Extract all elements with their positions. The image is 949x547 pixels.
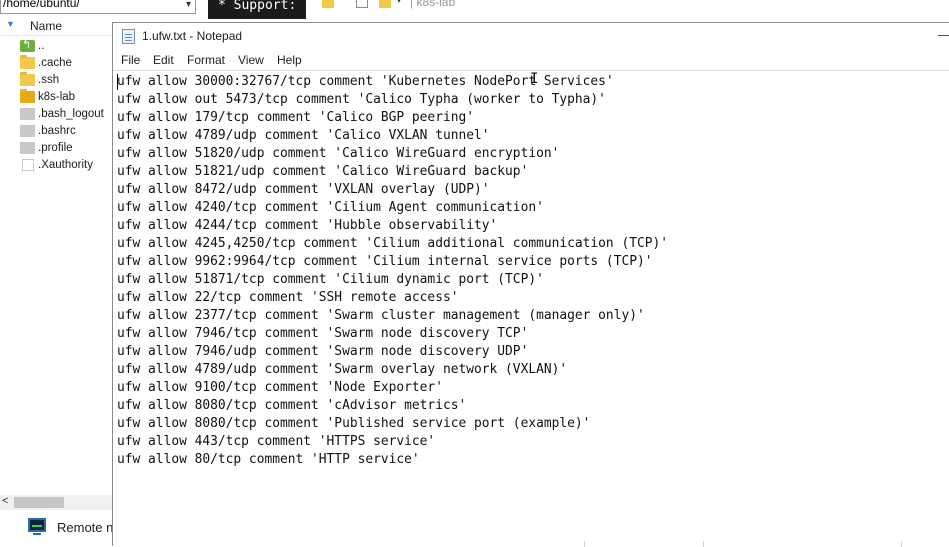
text-line: ufw allow 4789/udp comment 'Swarm overla… xyxy=(117,362,568,377)
monitor-icon xyxy=(28,518,46,535)
list-item[interactable]: .ssh xyxy=(0,72,113,89)
menu-edit[interactable]: Edit xyxy=(151,53,176,67)
text-editor[interactable]: I ufw allow 30000:32767/tcp comment 'Kub… xyxy=(113,70,949,547)
text-line: ufw allow 51821/udp comment 'Calico Wire… xyxy=(117,164,529,179)
list-item[interactable]: .Xauthority xyxy=(0,157,113,174)
parent-folder-icon xyxy=(20,37,35,54)
list-item-name: .bash_logout xyxy=(38,108,104,120)
status-divider xyxy=(584,541,585,547)
blank-file-icon xyxy=(22,159,34,171)
folder-icon[interactable] xyxy=(322,0,334,8)
list-item-name: .bashrc xyxy=(38,125,76,137)
text-line: ufw allow 8080/tcp comment 'Published se… xyxy=(117,416,591,431)
menu-format[interactable]: Format xyxy=(185,53,227,67)
text-line: ufw allow 51820/udp comment 'Calico Wire… xyxy=(117,146,560,161)
text-line: ufw allow 4789/udp comment 'Calico VXLAN… xyxy=(117,128,490,143)
status-divider xyxy=(901,541,902,547)
text-line: ufw allow 7946/tcp comment 'Swarm node d… xyxy=(117,326,529,341)
file-list: .. .cache .ssh k8s-lab .bash_logout .bas… xyxy=(0,37,113,174)
status-divider xyxy=(703,541,704,547)
text-line: ufw allow 2377/tcp comment 'Swarm cluste… xyxy=(117,308,645,323)
list-item-name: k8s-lab xyxy=(38,91,76,103)
text-line: ufw allow 30000:32767/tcp comment 'Kuber… xyxy=(117,74,614,89)
text-line: ufw allow 7946/udp comment 'Swarm node d… xyxy=(117,344,529,359)
folder-icon xyxy=(20,89,35,103)
scrollbar-thumb[interactable] xyxy=(14,497,64,508)
folder-icon xyxy=(20,72,35,86)
remote-panel[interactable]: Remote n xyxy=(0,511,113,546)
remote-label: Remote n xyxy=(57,520,114,535)
file-list-header[interactable]: ▼ Name xyxy=(0,17,113,36)
text-line: ufw allow 8080/tcp comment 'cAdvisor met… xyxy=(117,398,467,413)
text-line: ufw allow 4240/tcp comment 'Cilium Agent… xyxy=(117,200,544,215)
column-header-name[interactable]: Name xyxy=(30,19,62,33)
new-folder-icon[interactable] xyxy=(379,0,391,8)
menu-bar: File Edit Format View Help xyxy=(113,52,949,70)
file-manager-panel: /home/ubuntu/ ▾ ▼ Name .. .cache .ssh k8… xyxy=(0,0,196,546)
text-line: ufw allow 9100/tcp comment 'Node Exporte… xyxy=(117,380,443,395)
folder-icon xyxy=(20,55,35,69)
text-line: ufw allow 4245,4250/tcp comment 'Cilium … xyxy=(117,236,669,251)
text-line: ufw allow out 5473/tcp comment 'Calico T… xyxy=(117,92,606,107)
list-item-name: .ssh xyxy=(38,74,60,86)
title-bar[interactable]: 1.ufw.txt - Notepad — xyxy=(113,23,949,50)
path-field[interactable]: /home/ubuntu/ ▾ xyxy=(0,0,196,14)
text-line: ufw allow 179/tcp comment 'Calico BGP pe… xyxy=(117,110,474,125)
text-line: ufw allow 4244/tcp comment 'Hubble obser… xyxy=(117,218,498,233)
list-item-name: .cache xyxy=(38,57,72,69)
file-icon xyxy=(20,108,35,120)
menu-help[interactable]: Help xyxy=(275,53,304,67)
list-item[interactable]: .bash_logout xyxy=(0,106,113,123)
text-line: ufw allow 8472/udp comment 'VXLAN overla… xyxy=(117,182,490,197)
list-item-name: .profile xyxy=(38,142,73,154)
list-item[interactable]: k8s-lab xyxy=(0,89,113,106)
path-text: /home/ubuntu/ xyxy=(3,0,80,10)
chevron-down-icon[interactable]: ▾ xyxy=(186,0,191,13)
sort-arrow-icon: ▼ xyxy=(6,19,15,29)
text-line: ufw allow 443/tcp comment 'HTTPS service… xyxy=(117,434,436,449)
list-item[interactable]: .. xyxy=(0,37,113,55)
text-line: ufw allow 9962:9964/tcp comment 'Cilium … xyxy=(117,254,653,269)
window-title: 1.ufw.txt - Notepad xyxy=(142,29,243,43)
file-icon xyxy=(20,142,35,154)
menu-file[interactable]: File xyxy=(119,53,142,67)
list-item-name: .Xauthority xyxy=(38,159,93,171)
support-tab[interactable]: * Support: xyxy=(208,0,306,19)
notepad-icon xyxy=(122,29,135,44)
list-item[interactable]: .profile xyxy=(0,140,113,157)
text-line: ufw allow 80/tcp comment 'HTTP service' xyxy=(117,452,420,467)
minimize-icon[interactable]: — xyxy=(938,27,949,42)
breadcrumb[interactable]: | k8s-lab xyxy=(410,0,455,9)
text-line: ufw allow 51871/tcp comment 'Cilium dyna… xyxy=(117,272,544,287)
top-toolbar xyxy=(196,0,949,22)
horizontal-scrollbar[interactable]: < xyxy=(0,495,113,510)
text-lines: ufw allow 30000:32767/tcp comment 'Kuber… xyxy=(117,73,668,469)
file-icon xyxy=(20,125,35,137)
list-item[interactable]: .cache xyxy=(0,55,113,72)
list-item[interactable]: .bashrc xyxy=(0,123,113,140)
chevron-down-icon[interactable]: ▾ xyxy=(397,0,401,5)
scroll-left-icon[interactable]: < xyxy=(2,495,8,507)
notepad-window: 1.ufw.txt - Notepad — File Edit Format V… xyxy=(112,22,949,547)
menu-view[interactable]: View xyxy=(236,53,266,67)
properties-icon[interactable] xyxy=(356,0,368,8)
list-item-name: .. xyxy=(38,40,45,52)
text-line: ufw allow 22/tcp comment 'SSH remote acc… xyxy=(117,290,459,305)
